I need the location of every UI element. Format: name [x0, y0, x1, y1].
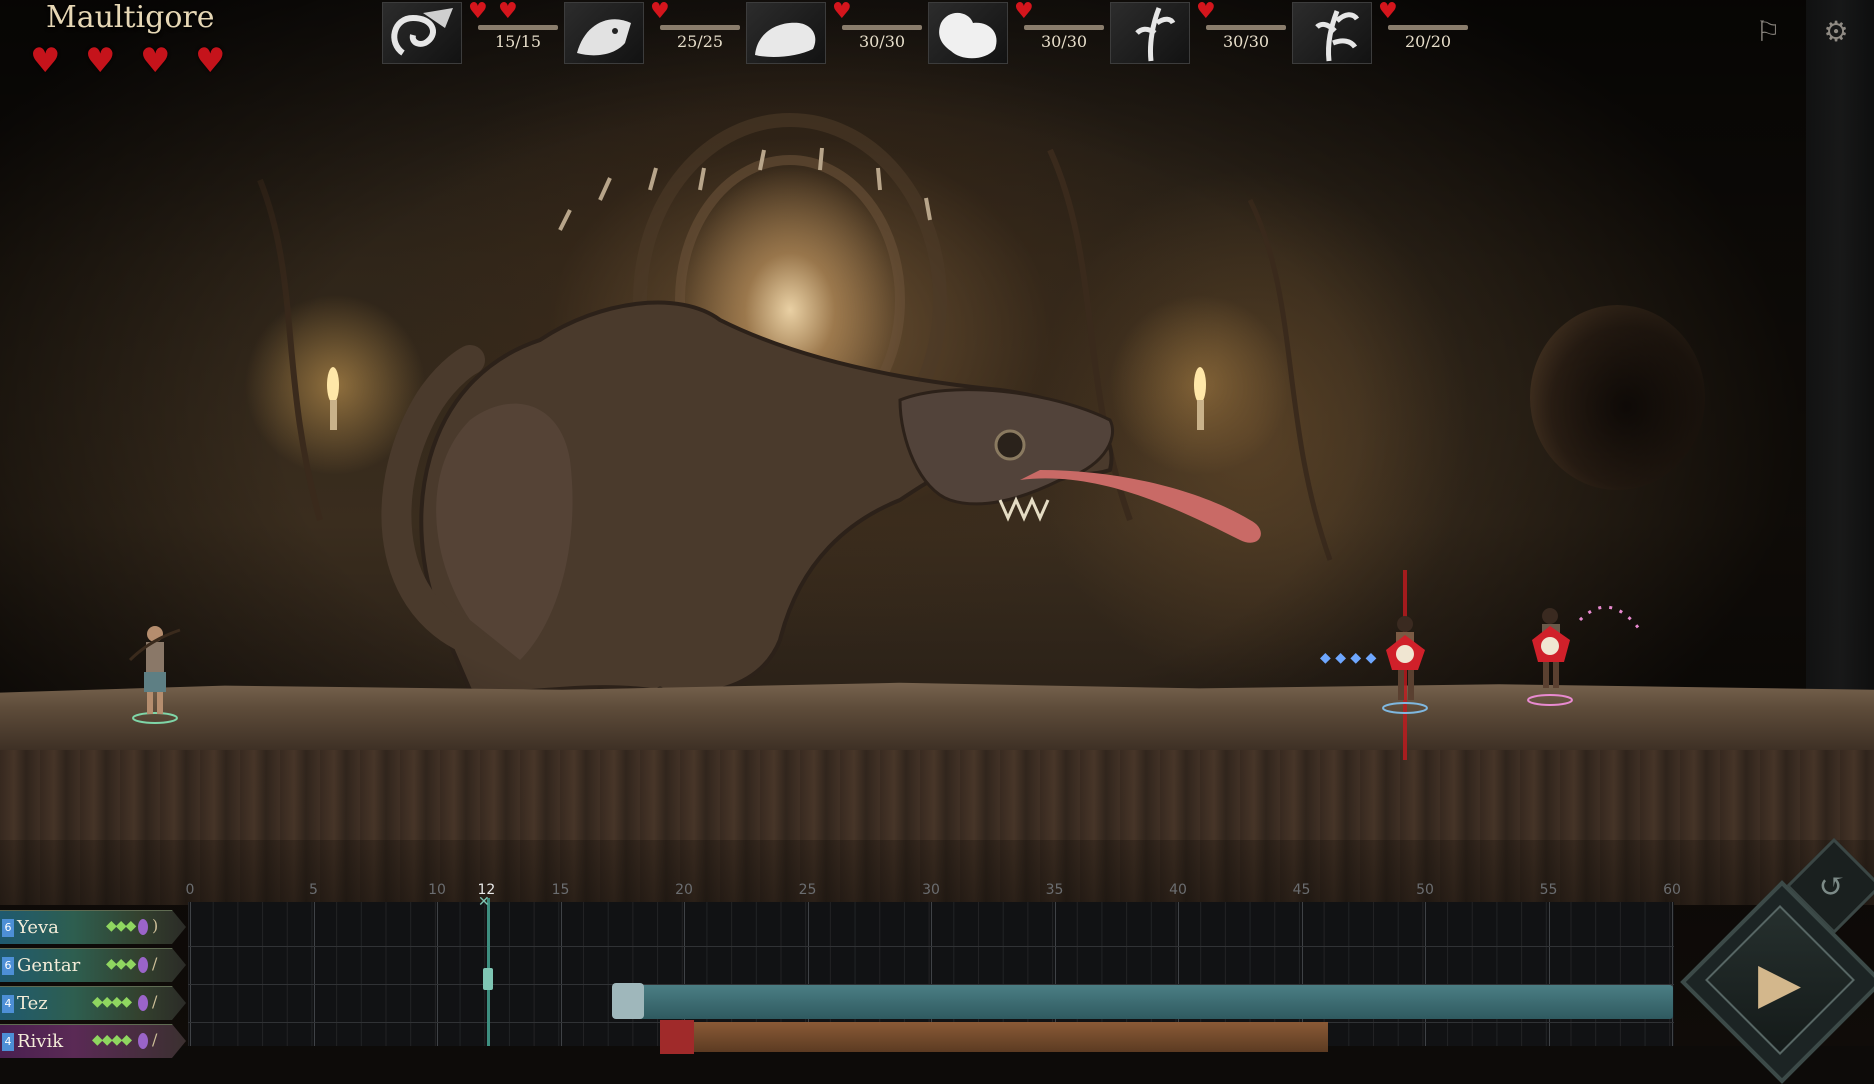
- hp-bar: [1206, 25, 1286, 30]
- unit-name: Tez: [17, 993, 48, 1014]
- hp-text: 30/30: [1222, 32, 1270, 51]
- timeline-tick-label: 35: [1045, 882, 1064, 898]
- flee-icon[interactable]: ⚐: [1748, 12, 1788, 52]
- tez-action-icon[interactable]: [612, 983, 644, 1019]
- heart-icon: ♥: [140, 41, 171, 81]
- hp-bar: [1024, 25, 1104, 30]
- timeline-gridline: [190, 902, 191, 1046]
- hp-bar: [660, 25, 740, 30]
- sword-icon: /: [152, 954, 158, 973]
- unit-row-tez[interactable]: 4 Tez ◆◆◆◆ /: [0, 986, 186, 1020]
- timeline-tick-label: 45: [1292, 882, 1311, 898]
- mana-drop-icon: [138, 919, 148, 935]
- timeline-tick-label: 5: [309, 882, 318, 898]
- unit-row-gentar[interactable]: 6 Gentar ◆◆◆ /: [0, 948, 186, 982]
- unit-level: 4: [2, 995, 14, 1013]
- unit-action-pips: ◆◆◆◆: [92, 994, 132, 1010]
- timeline-gridline: [1548, 902, 1550, 1046]
- rat-portrait-icon[interactable]: [746, 2, 826, 64]
- heart-icon: ♥: [1014, 0, 1034, 24]
- timeline-tick-label: 30: [922, 882, 940, 898]
- tez-action-bar[interactable]: [614, 985, 1673, 1019]
- rivik-action-icon[interactable]: [660, 1020, 694, 1054]
- timeline-tick-label: 60: [1663, 882, 1681, 898]
- svg-text:◆ ◆ ◆ ◆: ◆ ◆ ◆ ◆: [1320, 650, 1377, 666]
- party-slot[interactable]: ♥ ♥ 15/15: [382, 0, 564, 64]
- rivik-action-bar[interactable]: [662, 1022, 1328, 1052]
- timeline-tick-label: 40: [1169, 882, 1187, 898]
- unit-level: 6: [2, 919, 14, 937]
- unit-action-pips: ◆◆◆: [106, 918, 136, 934]
- mana-drop-icon: [138, 1033, 148, 1049]
- party-slot[interactable]: ♥ 30/30: [928, 0, 1110, 64]
- cursor-marker-icon: ✕: [478, 894, 490, 910]
- play-icon[interactable]: ▶: [1758, 954, 1808, 1014]
- bow-icon: ): [152, 916, 159, 935]
- mana-drop-icon: [138, 995, 148, 1011]
- unit-name: Gentar: [17, 955, 81, 976]
- hp-text: 15/15: [494, 32, 542, 51]
- serpent-portrait-icon[interactable]: [382, 2, 462, 64]
- timeline-tick-label: 0: [185, 882, 195, 898]
- rewind-icon[interactable]: ↺: [1812, 866, 1852, 906]
- heart-icon: ♥: [30, 41, 61, 81]
- unit-action-pips: ◆◆◆: [106, 956, 136, 972]
- timeline-gridline: [437, 902, 438, 1046]
- boss-hearts: ♥ ♥ ♥ ♥: [30, 44, 229, 78]
- heart-icon: ♥: [85, 41, 116, 81]
- heart-icon: ♥: [1196, 0, 1216, 24]
- timeline-tick-label: 25: [798, 882, 817, 898]
- timeline-tick-label: 50: [1416, 882, 1434, 898]
- unit-name: Rivik: [17, 1031, 64, 1052]
- timeline-tick-label: 15: [551, 882, 570, 898]
- unit-row-yeva[interactable]: 6 Yeva ◆◆◆ ): [0, 910, 186, 944]
- unit-level: 6: [2, 957, 14, 975]
- unit-row-rivik[interactable]: 4 Rivik ◆◆◆◆ /: [0, 1024, 186, 1058]
- boss-name: Maultigore: [46, 0, 215, 35]
- hp-text: 25/25: [676, 32, 724, 51]
- hp-text: 30/30: [858, 32, 906, 51]
- hp-text: 20/20: [1404, 32, 1452, 51]
- plant-portrait-icon[interactable]: [1110, 2, 1190, 64]
- enemy-warrior-sprite[interactable]: ◆ ◆ ◆ ◆: [1320, 570, 1430, 760]
- timeline-cursor-handle[interactable]: [483, 968, 493, 990]
- unit-level: 4: [2, 1033, 14, 1051]
- party-slot[interactable]: ♥ 20/20: [1292, 0, 1474, 64]
- hero-yeva-sprite[interactable]: [120, 620, 190, 725]
- heart-icon: ♥: [195, 41, 226, 81]
- dagger-icon: /: [152, 992, 158, 1011]
- mana-drop-icon: [138, 957, 148, 973]
- party-bar: ♥ ♥ 15/15 ♥ 25/25 ♥ 30/30 ♥ 30/30 ♥ 30/3…: [382, 0, 1474, 64]
- timeline-tick-label: 55: [1539, 882, 1558, 898]
- timeline-gridline: [560, 902, 562, 1046]
- party-slot[interactable]: ♥ 30/30: [746, 0, 928, 64]
- timeline-gridline: [1672, 902, 1673, 1046]
- timeline-row-divider: [188, 946, 1674, 947]
- hp-text: 30/30: [1040, 32, 1088, 51]
- heart-icon: ♥: [1378, 0, 1398, 24]
- hp-bar: [842, 25, 922, 30]
- hp-bar: [1388, 25, 1468, 30]
- hp-bar: [478, 25, 558, 30]
- axe-icon: /: [152, 1030, 158, 1049]
- timeline-tick-label: 20: [675, 882, 693, 898]
- heart-icon: ♥: [650, 0, 670, 24]
- timeline-gridline: [313, 902, 315, 1046]
- tree-portrait-icon[interactable]: [1292, 2, 1372, 64]
- party-slot[interactable]: ♥ 30/30: [1110, 0, 1292, 64]
- settings-gear-icon[interactable]: ⚙: [1816, 12, 1856, 52]
- heart-icon: ♥: [832, 0, 852, 24]
- beast-portrait-icon[interactable]: [564, 2, 644, 64]
- heart-icon: ♥: [498, 0, 518, 24]
- party-slot[interactable]: ♥ 25/25: [564, 0, 746, 64]
- heart-icon: ♥: [468, 0, 488, 24]
- unit-name: Yeva: [17, 917, 59, 938]
- timeline-tick-label: 10: [428, 882, 446, 898]
- timeline-gridline: [1425, 902, 1426, 1046]
- enemy-shaman-sprite[interactable]: [1500, 590, 1650, 710]
- creature-portrait-icon[interactable]: [928, 2, 1008, 64]
